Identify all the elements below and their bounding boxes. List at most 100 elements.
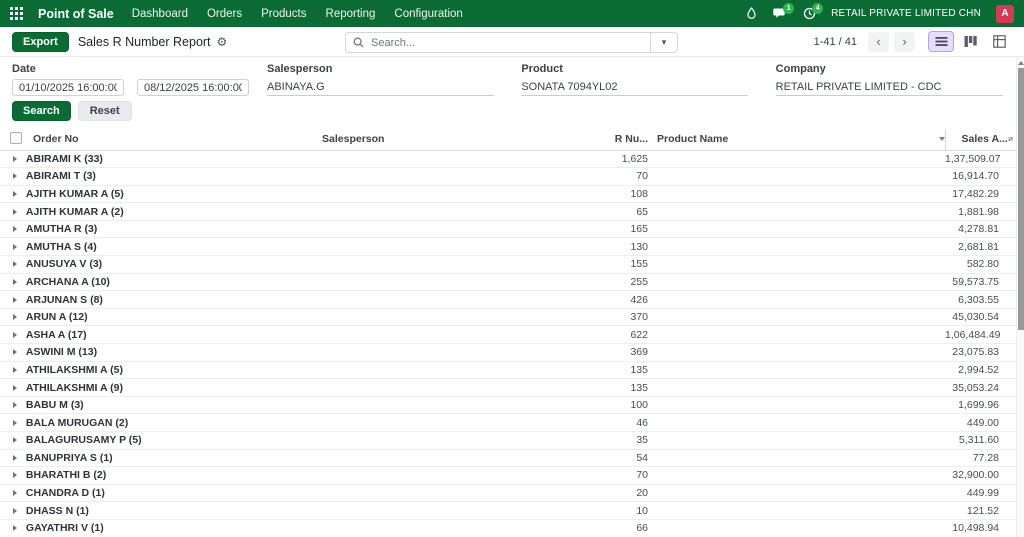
pivot-view-button[interactable] — [986, 31, 1012, 52]
sales-amount-value: 59,573.75 — [952, 275, 999, 288]
list-view-button[interactable] — [928, 31, 954, 52]
apps-grid-icon[interactable] — [10, 6, 24, 21]
expand-caret-icon[interactable] — [13, 226, 17, 233]
date-to-input[interactable] — [137, 79, 249, 96]
group-name: BALAGURUSAMY P (5) — [25, 434, 142, 447]
optional-columns-icon[interactable] — [1008, 133, 1013, 145]
column-header-sales-amount[interactable]: Sales A... — [944, 129, 1017, 151]
table-row[interactable]: ATHILAKSHMI A (9) 135 35,053.24 — [0, 379, 1017, 397]
sales-amount-value: 2,681.81 — [958, 240, 999, 253]
r-number-value: 54 — [636, 451, 648, 464]
search-input[interactable] — [371, 36, 650, 49]
expand-caret-icon[interactable] — [13, 384, 17, 391]
table-row[interactable]: DHASS N (1) 10 121.52 — [0, 502, 1017, 520]
expand-caret-icon[interactable] — [13, 366, 17, 373]
export-button[interactable]: Export — [12, 31, 69, 52]
messages-badge: 1 — [783, 2, 795, 14]
expand-caret-icon[interactable] — [13, 525, 17, 532]
table-row[interactable]: ANUSUYA V (3) 155 582.80 — [0, 256, 1017, 274]
search-button[interactable]: Search — [12, 101, 71, 121]
expand-caret-icon[interactable] — [13, 490, 17, 497]
table-row[interactable]: CHANDRA D (1) 20 449.99 — [0, 484, 1017, 502]
sort-chevron-down-icon[interactable] — [938, 137, 945, 142]
menu-item-dashboard[interactable]: Dashboard — [132, 8, 188, 20]
table-row[interactable]: GAYATHRI V (1) 66 10,498.94 — [0, 519, 1017, 537]
table-row[interactable]: ARCHANA A (10) 255 59,573.75 — [0, 273, 1017, 291]
table-row[interactable]: ASHA A (17) 622 1,06,484.49 — [0, 326, 1017, 344]
expand-caret-icon[interactable] — [13, 243, 17, 250]
menu-item-reporting[interactable]: Reporting — [326, 8, 376, 20]
salesperson-cell — [320, 273, 525, 291]
table-row[interactable]: BABU M (3) 100 1,699.96 — [0, 396, 1017, 414]
scrollbar-thumb[interactable] — [1018, 68, 1024, 330]
expand-caret-icon[interactable] — [13, 296, 17, 303]
table-row[interactable]: ASWINI M (13) 369 23,075.83 — [0, 344, 1017, 362]
table-row[interactable]: BALAGURUSAMY P (5) 35 5,311.60 — [0, 432, 1017, 450]
table-row[interactable]: BHARATHI B (2) 70 32,900.00 — [0, 467, 1017, 485]
date-from-input[interactable] — [12, 79, 124, 96]
select-all-checkbox[interactable] — [10, 131, 22, 144]
table-row[interactable]: ATHILAKSHMI A (5) 135 2,994.52 — [0, 361, 1017, 379]
table-row[interactable]: BALA MURUGAN (2) 46 449.00 — [0, 414, 1017, 432]
expand-caret-icon[interactable] — [13, 261, 17, 268]
pager-next-button[interactable]: › — [894, 31, 915, 52]
kanban-view-button[interactable] — [957, 31, 983, 52]
gear-icon[interactable]: ⚙ — [217, 35, 228, 49]
group-name: ATHILAKSHMI A (9) — [25, 381, 123, 394]
r-number-value: 46 — [636, 416, 648, 429]
expand-caret-icon[interactable] — [13, 472, 17, 479]
app-menu-brand[interactable]: Point of Sale — [38, 7, 114, 21]
column-header-r-number[interactable]: R Nu... — [525, 129, 650, 151]
column-header-product-name[interactable]: Product Name — [650, 129, 945, 151]
expand-caret-icon[interactable] — [13, 314, 17, 321]
expand-caret-icon[interactable] — [13, 331, 17, 338]
product-name-cell — [650, 168, 945, 186]
expand-caret-icon[interactable] — [13, 437, 17, 444]
table-row[interactable]: ARUN A (12) 370 45,030.54 — [0, 308, 1017, 326]
group-name: ABIRAMI K (33) — [25, 152, 103, 165]
table-row[interactable]: BANUPRIYA S (1) 54 77.28 — [0, 449, 1017, 467]
salesperson-cell — [320, 344, 525, 362]
table-row[interactable]: AJITH KUMAR A (2) 65 1,881.98 — [0, 203, 1017, 221]
expand-caret-icon[interactable] — [13, 402, 17, 409]
group-name: GAYATHRI V (1) — [25, 522, 104, 535]
menu-item-configuration[interactable]: Configuration — [394, 8, 462, 20]
table-row[interactable]: AMUTHA R (3) 165 4,278.81 — [0, 220, 1017, 238]
expand-caret-icon[interactable] — [13, 507, 17, 514]
debug-droplet-icon[interactable] — [744, 7, 758, 21]
column-header-salesperson[interactable]: Salesperson — [320, 129, 525, 151]
company-switcher[interactable]: RETAIL PRIVATE LIMITED CHN — [831, 8, 981, 19]
product-field[interactable]: SONATA 7094YL02 — [521, 79, 749, 96]
salesperson-field[interactable]: ABINAYA.G — [267, 79, 494, 96]
table-row[interactable]: ABIRAMI K (33) 1,625 1,37,509.07 — [0, 150, 1017, 168]
expand-caret-icon[interactable] — [13, 208, 17, 215]
scrollbar-up-arrow-icon[interactable] — [1018, 61, 1024, 65]
filter-product: Product SONATA 7094YL02 — [521, 63, 757, 96]
expand-caret-icon[interactable] — [13, 454, 17, 461]
expand-caret-icon[interactable] — [13, 173, 17, 180]
group-name: ASHA A (17) — [25, 328, 87, 341]
search-box: ▾ — [345, 32, 678, 53]
salesperson-cell — [320, 150, 525, 168]
pager-previous-button[interactable]: ‹ — [868, 31, 889, 52]
table-row[interactable]: ARJUNAN S (8) 426 6,303.55 — [0, 291, 1017, 309]
expand-caret-icon[interactable] — [13, 278, 17, 285]
expand-caret-icon[interactable] — [13, 190, 17, 197]
company-field[interactable]: RETAIL PRIVATE LIMITED - CDC — [775, 79, 1003, 96]
salesperson-cell — [320, 396, 525, 414]
menu-item-products[interactable]: Products — [261, 8, 306, 20]
activities-clock-icon[interactable]: 4 — [802, 2, 824, 21]
expand-caret-icon[interactable] — [13, 419, 17, 426]
reset-button[interactable]: Reset — [77, 101, 132, 121]
expand-caret-icon[interactable] — [13, 155, 17, 162]
table-row[interactable]: AMUTHA S (4) 130 2,681.81 — [0, 238, 1017, 256]
table-row[interactable]: AJITH KUMAR A (5) 108 17,482.29 — [0, 185, 1017, 203]
table-row[interactable]: ABIRAMI T (3) 70 16,914.70 — [0, 168, 1017, 186]
messages-icon[interactable]: 1 — [773, 2, 795, 21]
menu-item-orders[interactable]: Orders — [207, 8, 242, 20]
column-header-order-no[interactable]: Order No — [30, 129, 320, 151]
expand-caret-icon[interactable] — [13, 349, 17, 356]
list-view-icon — [935, 37, 947, 46]
user-avatar[interactable]: A — [996, 4, 1014, 23]
search-dropdown-toggle[interactable]: ▾ — [650, 33, 677, 52]
